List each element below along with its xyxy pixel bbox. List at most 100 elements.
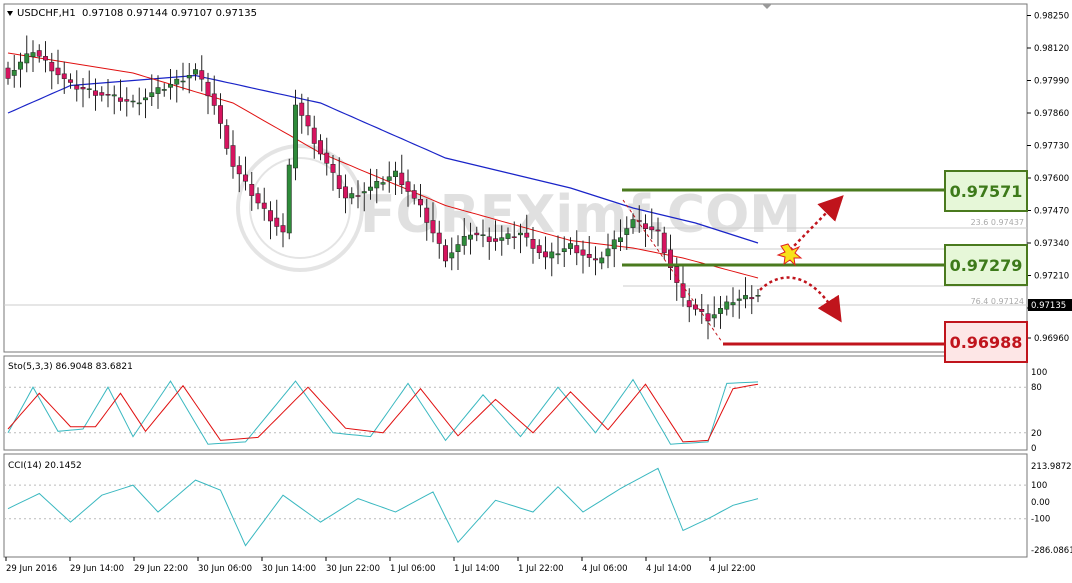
candle-body	[61, 73, 67, 79]
candle-body	[368, 186, 373, 191]
candle-body	[655, 229, 661, 232]
candle-body	[361, 191, 367, 194]
cci-axis: 213.9872 100 0.00 -100 -286.0861	[1031, 462, 1072, 556]
candle-body	[99, 92, 105, 96]
time-tick-label: 4 Jul 06:00	[582, 564, 628, 574]
resistance-1-label: 0.97279	[950, 256, 1023, 275]
candle-body	[474, 232, 480, 236]
candle-body	[236, 165, 242, 175]
price-tick-label: 0.97210	[1034, 272, 1069, 282]
candle-body	[130, 100, 136, 103]
candle-body	[586, 254, 592, 258]
candle-body	[168, 84, 173, 88]
candle-body	[455, 244, 461, 252]
candle-body	[436, 232, 442, 244]
candle-body	[268, 210, 273, 222]
candle-body	[355, 195, 361, 197]
candle-body	[661, 232, 667, 254]
candle-body	[480, 234, 486, 236]
candle-body	[261, 202, 267, 209]
candle-body	[349, 193, 355, 199]
candle-body	[749, 297, 755, 300]
candle-body	[43, 56, 48, 61]
candle-body	[718, 308, 723, 314]
time-tick-label: 29 Jun 22:00	[134, 564, 188, 574]
candle-body	[305, 115, 311, 127]
candle-body	[499, 237, 505, 241]
candle-body	[561, 248, 567, 252]
time-tick-label: 4 Jul 22:00	[710, 564, 756, 574]
time-axis: 29 Jun 2016 29 Jun 14:00 29 Jun 22:00 30 Ju…	[5, 557, 756, 574]
candle-body	[418, 199, 423, 206]
time-tick-label: 30 Jun 22:00	[326, 564, 380, 574]
stoch-tick-label: 0	[1031, 444, 1036, 454]
candle-body	[249, 184, 255, 196]
support-1-label: 0.96988	[950, 333, 1023, 352]
price-tick-label: 0.97860	[1034, 109, 1069, 119]
candle-body	[36, 50, 42, 57]
candle-body	[686, 300, 692, 308]
main-panel	[3, 3, 1028, 353]
candle-body	[386, 176, 392, 181]
candle-body	[518, 232, 523, 236]
candle-body	[580, 249, 586, 256]
candle-body	[193, 69, 198, 75]
candle-body	[49, 61, 55, 72]
candle-body	[511, 236, 517, 238]
candle-body	[161, 89, 167, 91]
candle-body	[505, 233, 511, 239]
candle-body	[380, 182, 386, 185]
candle-body	[18, 61, 23, 70]
candle-body	[111, 94, 117, 97]
time-tick-label: 4 Jul 14:00	[646, 564, 692, 574]
candle-body	[486, 236, 492, 242]
candle-body	[155, 87, 161, 94]
time-tick-label: 30 Jun 14:00	[262, 564, 316, 574]
candle-body	[468, 234, 473, 240]
candle-body	[374, 181, 380, 189]
candle-body	[424, 207, 430, 223]
candle-body	[174, 78, 180, 85]
candle-body	[449, 252, 455, 259]
candle-body	[149, 92, 155, 97]
candle-body	[324, 152, 330, 164]
candle-body	[393, 170, 398, 177]
candle-body	[224, 125, 230, 149]
stoch-tick-label: 80	[1031, 383, 1042, 393]
candle-body	[724, 301, 730, 310]
candle-body	[461, 236, 467, 246]
stoch-panel	[3, 355, 1028, 451]
candle-body	[593, 258, 598, 261]
price-tick-label: 0.98250	[1034, 12, 1069, 22]
cci-tick-label: 100	[1031, 481, 1047, 491]
candle-body	[274, 217, 280, 227]
candle-body	[180, 80, 186, 83]
candle-body	[293, 104, 298, 169]
price-tick-label: 0.97340	[1034, 239, 1069, 249]
candle-body	[405, 181, 411, 192]
time-tick-label: 1 Jul 14:00	[454, 564, 500, 574]
candle-body	[5, 67, 11, 79]
candle-body	[430, 220, 436, 234]
chart-svg: FOREXimf.COM USDCHF,H1 0.97108 0.97144 0…	[3, 3, 1072, 574]
candle-body	[30, 52, 36, 57]
candle-body	[280, 225, 286, 233]
candle-body	[143, 97, 148, 101]
candle-body	[255, 193, 261, 204]
candle-body	[599, 257, 605, 264]
time-tick-label: 1 Jul 22:00	[518, 564, 564, 574]
candle-body	[74, 85, 80, 90]
candle-body	[743, 295, 748, 300]
fib-236-label: 23.6 0.97437	[971, 218, 1024, 227]
candle-body	[243, 174, 248, 182]
candle-body	[86, 88, 92, 90]
candle-body	[549, 251, 555, 259]
candle-body	[336, 175, 342, 189]
cci-tick-label: -286.0861	[1031, 546, 1072, 556]
price-tick-label: 0.96960	[1034, 334, 1069, 344]
candle-body	[218, 105, 223, 124]
candle-body	[536, 245, 542, 253]
candle-body	[730, 302, 736, 306]
candle-body	[211, 93, 217, 106]
ohlc-label: 0.97108 0.97144 0.97107 0.97135	[82, 8, 257, 19]
